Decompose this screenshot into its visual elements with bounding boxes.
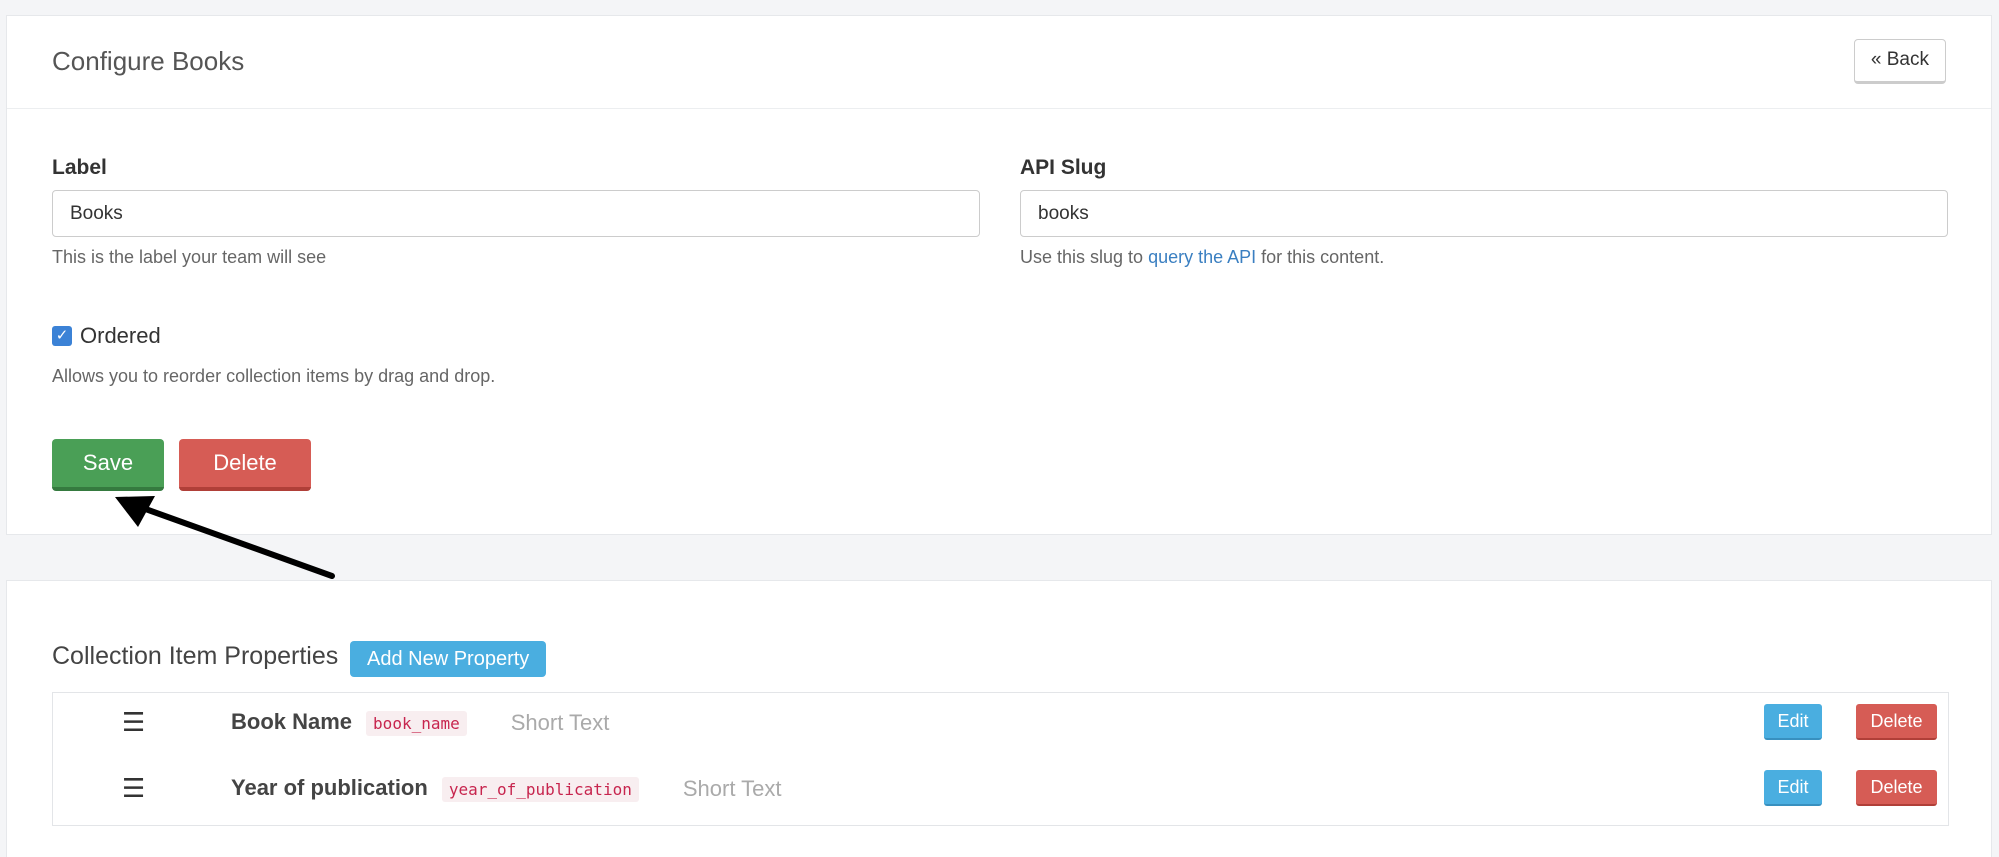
slug-help-suffix: for this content. xyxy=(1256,247,1385,267)
property-slug: book_name xyxy=(366,710,467,736)
ordered-label[interactable]: Ordered xyxy=(80,323,161,349)
edit-button[interactable]: Edit xyxy=(1764,770,1822,806)
label-input[interactable] xyxy=(52,190,980,237)
add-new-property-button[interactable]: Add New Property xyxy=(350,641,547,677)
properties-panel: Collection Item Properties Add New Prope… xyxy=(6,580,1992,857)
edit-button[interactable]: Edit xyxy=(1764,704,1822,740)
row-delete-button[interactable]: Delete xyxy=(1856,704,1937,740)
label-field-label: Label xyxy=(52,156,107,179)
property-name: Book Name xyxy=(231,709,353,734)
ordered-help-text: Allows you to reorder collection items b… xyxy=(52,366,496,386)
configure-panel: Configure Books « Back Label This is the… xyxy=(6,15,1992,535)
query-api-link[interactable]: query the API xyxy=(1148,247,1256,267)
api-slug-input[interactable] xyxy=(1020,190,1948,237)
label-help-text: This is the label your team will see xyxy=(52,247,327,267)
property-name: Year of publication xyxy=(231,775,428,800)
table-row: ☰ Year of publication year_of_publication… xyxy=(53,759,1948,825)
row-delete-button[interactable]: Delete xyxy=(1856,770,1937,806)
properties-title: Collection Item Properties xyxy=(52,642,339,670)
arrow-annotation-icon xyxy=(115,496,335,579)
slug-field-label: API Slug xyxy=(1020,156,1107,179)
property-slug: year_of_publication xyxy=(441,776,639,802)
ordered-checkbox[interactable]: ✓ xyxy=(52,326,72,346)
slug-help-text: Use this slug to query the API for this … xyxy=(1020,247,1384,268)
save-button[interactable]: Save xyxy=(52,439,164,491)
check-icon: ✓ xyxy=(55,327,69,344)
drag-handle-icon[interactable]: ☰ xyxy=(122,773,145,804)
page-title: Configure Books xyxy=(52,46,245,76)
drag-handle-icon[interactable]: ☰ xyxy=(122,707,145,738)
slug-help-prefix: Use this slug to xyxy=(1020,247,1149,267)
back-button[interactable]: « Back xyxy=(1853,39,1946,84)
properties-table: ☰ Book Name book_name Short Text Edit Dele… xyxy=(52,692,1949,826)
property-name-cell: Year of publication year_of_publication Sh… xyxy=(231,775,782,802)
property-name-cell: Book Name book_name Short Text xyxy=(231,709,609,736)
property-type: Short Text xyxy=(682,776,782,802)
table-row: ☰ Book Name book_name Short Text Edit Dele… xyxy=(53,693,1948,759)
delete-button[interactable]: Delete xyxy=(179,439,311,491)
property-type: Short Text xyxy=(510,710,610,736)
panel-header: Configure Books « Back xyxy=(7,16,1991,109)
